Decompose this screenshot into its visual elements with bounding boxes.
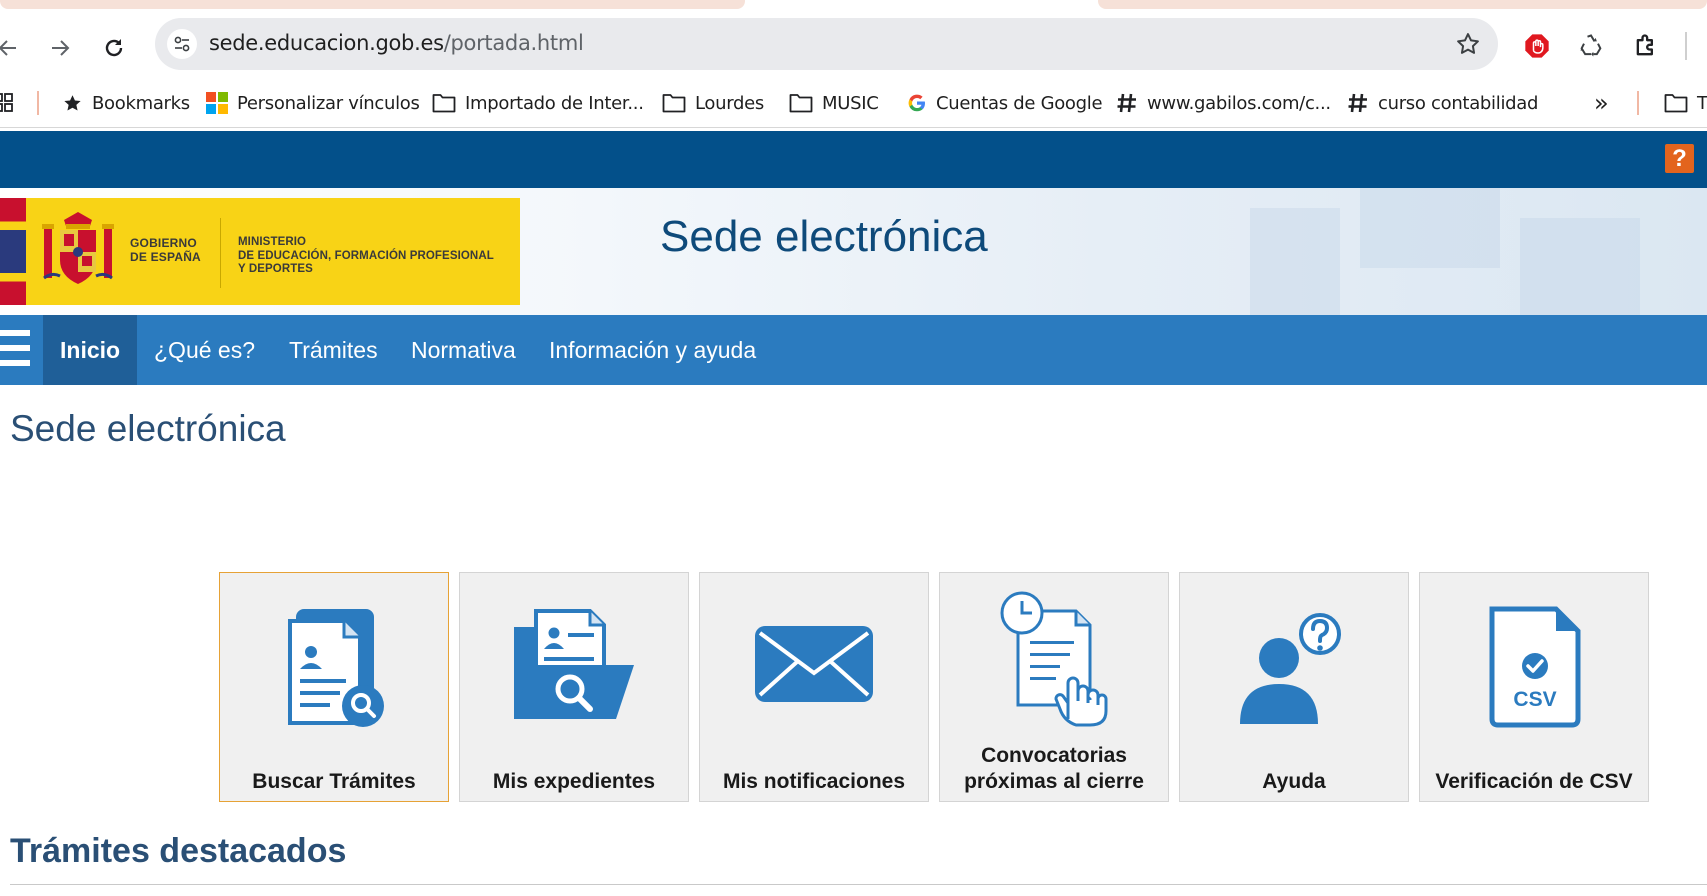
bookmark-separator — [1637, 91, 1639, 115]
google-logo-icon — [908, 94, 925, 112]
tile-convocatorias[interactable]: Convocatorias próximas al cierre — [939, 572, 1169, 802]
section-divider — [10, 884, 1707, 885]
tile-label: Ayuda — [1262, 770, 1326, 793]
bookmark-label: MUSIC — [822, 92, 879, 114]
bookmark-bookmarks[interactable]: Bookmarks — [62, 78, 190, 128]
nav-normativa[interactable]: Normativa — [394, 315, 533, 385]
tile-label: Verificación de CSV — [1435, 770, 1633, 793]
csv-document-icon: CSV — [1420, 573, 1648, 763]
tile-buscar-tramites[interactable]: Buscar Trámites — [219, 572, 449, 802]
bookmark-label: curso contabilidad — [1378, 92, 1539, 114]
csv-badge: CSV — [1513, 688, 1556, 711]
inactive-tab[interactable] — [1098, 0, 1707, 9]
tile-mis-notificaciones[interactable]: Mis notificaciones — [699, 572, 929, 802]
help-button[interactable]: ? — [1665, 144, 1694, 173]
bookmarks-overflow[interactable]: » — [1594, 78, 1609, 128]
tile-ayuda[interactable]: Ayuda — [1179, 572, 1409, 802]
bookmark-personalizar-vinculos[interactable]: Personalizar vínculos — [206, 78, 420, 128]
main-navigation: Inicio ¿Qué es? Trámites Normativa Infor… — [0, 315, 1707, 385]
bookmark-separator — [37, 91, 39, 115]
tile-verificacion-csv[interactable]: CSV Verificación de CSV — [1419, 572, 1649, 802]
bookmarks-bar: Bookmarks Personalizar vínculos Importad… — [0, 78, 1707, 128]
envelope-icon — [700, 573, 928, 763]
tile-label: Mis notificaciones — [722, 770, 906, 793]
bookmark-importado[interactable]: Importado de Inter... — [432, 78, 644, 128]
hash-icon — [1117, 93, 1136, 113]
url-domain: sede.educacion.gob.es — [209, 31, 444, 55]
gobierno-text: GOBIERNO DE ESPAÑA — [130, 236, 201, 264]
tile-mis-expedientes[interactable]: Mis expedientes — [459, 572, 689, 802]
hash-icon — [1348, 93, 1367, 113]
adblock-icon[interactable] — [1521, 30, 1553, 62]
tile-label-line: próximas al cierre — [964, 770, 1144, 793]
address-bar[interactable]: sede.educacion.gob.es/portada.html — [155, 18, 1498, 70]
bookmark-curso-contabilidad[interactable]: curso contabilidad — [1347, 78, 1538, 128]
nav-que-es[interactable]: ¿Qué es? — [137, 315, 272, 385]
tab-strip — [0, 0, 1707, 10]
coat-of-arms-icon — [42, 212, 114, 284]
bookmark-label: www.gabilos.com/c... — [1147, 92, 1331, 114]
bookmark-gabilos[interactable]: www.gabilos.com/c... — [1116, 78, 1331, 128]
tile-label: Convocatorias próximas al cierre — [940, 743, 1168, 795]
user-help-icon — [1180, 573, 1408, 763]
header-title[interactable]: Sede electrónica — [660, 212, 988, 262]
deadline-document-icon — [940, 573, 1168, 741]
url-text[interactable]: sede.educacion.gob.es/portada.html — [209, 31, 584, 55]
bookmark-label: Bookmarks — [92, 92, 190, 114]
search-document-icon — [220, 573, 448, 763]
nav-inicio[interactable]: Inicio — [43, 315, 138, 385]
reload-icon[interactable] — [98, 32, 130, 64]
back-icon[interactable] — [0, 32, 24, 64]
nav-tramites[interactable]: Trámites — [272, 315, 395, 385]
browser-toolbar: sede.educacion.gob.es/portada.html — [0, 10, 1707, 78]
url-path: /portada.html — [443, 31, 584, 55]
folder-icon — [789, 94, 813, 113]
tile-label-line: Convocatorias — [981, 744, 1127, 767]
star-icon — [64, 94, 81, 110]
min-line: DE EDUCACIÓN, FORMACIÓN PROFESIONAL — [238, 249, 494, 262]
folder-icon — [662, 94, 686, 113]
bookmark-label: Personalizar vínculos — [237, 92, 420, 114]
bookmark-star-icon[interactable] — [1454, 30, 1482, 58]
tile-label: Buscar Trámites — [252, 770, 416, 793]
flag-strip — [0, 198, 26, 305]
inactive-tab[interactable] — [0, 0, 745, 9]
government-logo[interactable]: GOBIERNO DE ESPAÑA MINISTERIO DE EDUCACI… — [0, 198, 520, 305]
ministerio-text: MINISTERIO DE EDUCACIÓN, FORMACIÓN PROFE… — [238, 236, 494, 277]
forward-icon[interactable] — [44, 32, 76, 64]
page-title: Sede electrónica — [10, 408, 286, 449]
folder-files-icon — [460, 573, 688, 763]
bookmark-label: T — [1697, 92, 1707, 114]
gov-line: GOBIERNO — [130, 236, 197, 250]
apps-icon[interactable] — [0, 78, 14, 128]
gov-line: DE ESPAÑA — [130, 250, 201, 264]
bookmark-folder-t[interactable]: T — [1664, 78, 1707, 128]
toolbar-divider — [1685, 32, 1687, 60]
hamburger-menu-icon[interactable] — [0, 330, 32, 370]
extensions-puzzle-icon[interactable] — [1630, 30, 1662, 62]
bookmark-label: Importado de Inter... — [465, 92, 644, 114]
site-header: GOBIERNO DE ESPAÑA MINISTERIO DE EDUCACI… — [0, 188, 1707, 315]
folder-icon — [432, 94, 456, 113]
site-info-icon[interactable] — [167, 29, 197, 59]
microsoft-logo-icon — [206, 92, 228, 114]
nav-informacion-ayuda[interactable]: Información y ayuda — [532, 315, 773, 385]
bookmark-music[interactable]: MUSIC — [789, 78, 879, 128]
logo-divider — [220, 218, 221, 288]
site-top-bar: ? — [0, 131, 1707, 188]
folder-icon — [1664, 94, 1688, 113]
tile-label: Mis expedientes — [492, 770, 656, 793]
recycle-extension-icon[interactable] — [1575, 30, 1607, 62]
min-line: Y DEPORTES — [238, 263, 313, 275]
bookmark-label: Lourdes — [695, 92, 764, 114]
bookmark-lourdes[interactable]: Lourdes — [662, 78, 764, 128]
section-title: Trámites destacados — [10, 832, 347, 870]
bookmark-cuentas-google[interactable]: Cuentas de Google — [907, 78, 1103, 128]
min-line: MINISTERIO — [238, 236, 307, 248]
bookmark-label: Cuentas de Google — [936, 92, 1103, 114]
